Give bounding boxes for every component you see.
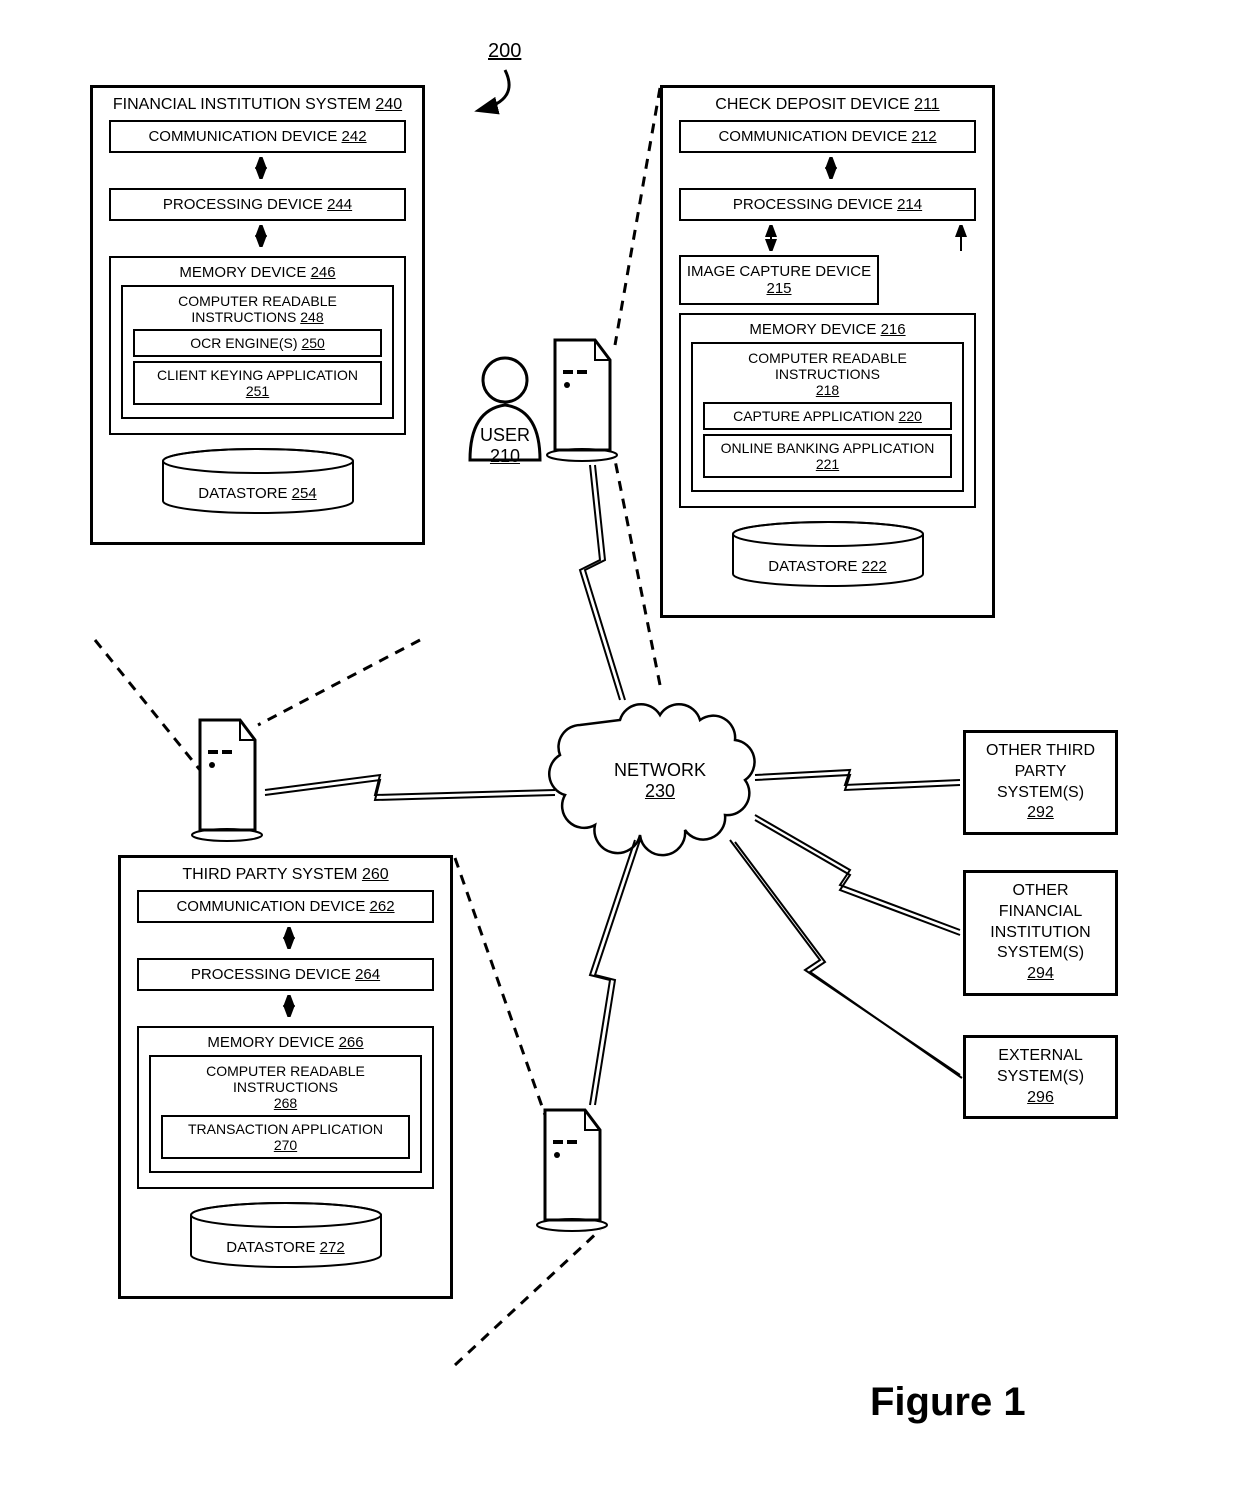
- check-deposit-device: CHECK DEPOSIT DEVICE 211 COMMUNICATION D…: [660, 85, 995, 618]
- tps-cri: COMPUTER READABLE INSTRUCTIONS268 TRANSA…: [149, 1055, 422, 1173]
- user-label: USER210: [480, 425, 530, 467]
- cdd-image-capture: IMAGE CAPTURE DEVICE215: [679, 255, 879, 305]
- financial-institution-system: FINANCIAL INSTITUTION SYSTEM 240 COMMUNI…: [90, 85, 425, 545]
- third-party-system: THIRD PARTY SYSTEM 260 COMMUNICATION DEV…: [118, 855, 453, 1299]
- tps-processing-device: PROCESSING DEVICE 264: [137, 958, 434, 991]
- cdd-memory-device: MEMORY DEVICE 216 COMPUTER READABLE INST…: [679, 313, 976, 508]
- fin-memory-device: MEMORY DEVICE 246 COMPUTER READABLE INST…: [109, 256, 406, 435]
- network-label: NETWORK230: [605, 760, 715, 802]
- other-financial-institution-systems: OTHER FINANCIAL INSTITUTION SYSTEM(S)294: [963, 870, 1118, 996]
- fin-processing-device: PROCESSING DEVICE 244: [109, 188, 406, 221]
- cdd-comm-device: COMMUNICATION DEVICE 212: [679, 120, 976, 153]
- tps-comm-device: COMMUNICATION DEVICE 262: [137, 890, 434, 923]
- fin-datastore: DATASTORE 254: [101, 447, 414, 534]
- tps-memory-device: MEMORY DEVICE 266 COMPUTER READABLE INST…: [137, 1026, 434, 1189]
- cdd-processing-device: PROCESSING DEVICE 214: [679, 188, 976, 221]
- other-third-party-systems: OTHER THIRD PARTY SYSTEM(S)292: [963, 730, 1118, 835]
- tps-transaction-app: TRANSACTION APPLICATION270: [161, 1115, 410, 1159]
- cdd-title: CHECK DEPOSIT DEVICE 211: [671, 96, 984, 114]
- fin-title: FINANCIAL INSTITUTION SYSTEM 240: [101, 96, 414, 114]
- fin-cri: COMPUTER READABLE INSTRUCTIONS 248 OCR E…: [121, 285, 394, 419]
- cdd-cri: COMPUTER READABLE INSTRUCTIONS218 CAPTUR…: [691, 342, 964, 492]
- fin-ocr: OCR ENGINE(S) 250: [133, 329, 382, 357]
- cdd-online-banking: ONLINE BANKING APPLICATION221: [703, 434, 952, 478]
- tps-title: THIRD PARTY SYSTEM 260: [129, 866, 442, 884]
- tps-datastore: DATASTORE 272: [129, 1201, 442, 1288]
- fin-comm-device: COMMUNICATION DEVICE 242: [109, 120, 406, 153]
- cdd-datastore: DATASTORE 222: [671, 520, 984, 607]
- external-systems: EXTERNAL SYSTEM(S)296: [963, 1035, 1118, 1119]
- figure-ref: 200: [488, 40, 521, 63]
- cdd-capture-app: CAPTURE APPLICATION 220: [703, 402, 952, 430]
- fin-client-keying: CLIENT KEYING APPLICATION251: [133, 361, 382, 405]
- figure-label: Figure 1: [870, 1380, 1026, 1425]
